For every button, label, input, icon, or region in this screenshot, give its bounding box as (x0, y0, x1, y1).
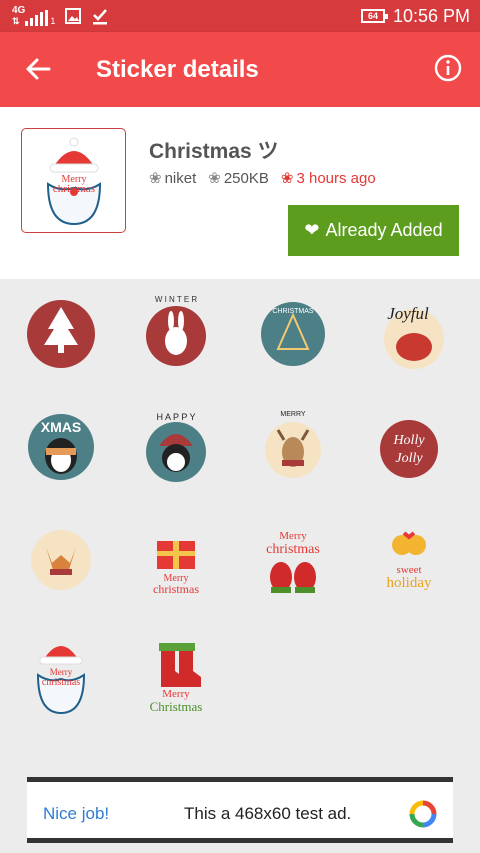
pack-size: 250KB (223, 170, 269, 187)
svg-text:Merry: Merry (279, 530, 307, 542)
sticker-christmas-tree-circle[interactable]: CHRISTMAS (248, 289, 338, 379)
svg-text:christmas: christmas (42, 677, 80, 688)
svg-text:H A P P Y: H A P P Y (156, 412, 195, 422)
sticker-fox[interactable] (16, 515, 106, 605)
svg-text:XMAS: XMAS (41, 419, 81, 435)
sticker-xmas-penguin[interactable]: XMAS (16, 402, 106, 492)
signal-icon (25, 10, 49, 26)
ad-label: Nice job! (43, 804, 110, 823)
arrow-back-icon[interactable] (24, 54, 52, 84)
image-icon (65, 8, 82, 24)
network-type: 4G (12, 5, 26, 16)
sticker-stockings-merry-christmas[interactable]: Merry Christmas (131, 629, 221, 719)
already-added-label: Already Added (325, 220, 443, 240)
info-icon[interactable] (434, 54, 462, 82)
author-info: ❀ niket (149, 169, 196, 187)
pack-thumbnail: Merry christmas (21, 128, 126, 233)
sticker-joyful-hedgehog[interactable]: Joyful (364, 289, 454, 379)
ad-text: This a 468x60 test ad. (184, 804, 352, 823)
sticker-winter-bunny[interactable]: W I N T E R (131, 289, 221, 379)
ad-banner[interactable]: Nice job! This a 468x60 test ad. (27, 777, 453, 843)
svg-text:Jolly: Jolly (395, 451, 423, 466)
status-bar: 4G ⇅ 1 64 10:56 PM (0, 0, 480, 32)
pack-header: Merry christmas Christmas ツ ❀ niket ❀ 250K… (0, 107, 480, 279)
sticker-sweet-holiday-bells[interactable]: sweet holiday (364, 515, 454, 605)
already-added-button[interactable]: ❤ Already Added (288, 205, 459, 256)
svg-text:W I N T E R: W I N T E R (155, 295, 198, 304)
svg-text:holiday: holiday (387, 575, 432, 591)
svg-text:Holly: Holly (392, 433, 425, 448)
battery-icon: 64 (360, 9, 388, 23)
page-title: Sticker details (96, 56, 259, 83)
svg-text:christmas: christmas (52, 183, 94, 195)
updated-info: ❀ 3 hours ago (281, 169, 376, 187)
sticker-mittens-merry-christmas[interactable]: Merry christmas (248, 515, 338, 605)
ad-logo-icon (409, 800, 437, 828)
svg-text:Joyful: Joyful (387, 304, 429, 323)
svg-text:MERRY: MERRY (280, 411, 305, 418)
clock: 10:56 PM (392, 5, 470, 26)
sticker-holly-jolly[interactable]: Holly Jolly (364, 402, 454, 492)
svg-text:Merry: Merry (50, 667, 73, 677)
download-done-icon (93, 9, 108, 25)
svg-text:christmas: christmas (153, 582, 199, 596)
pack-title: Christmas ツ (149, 140, 279, 163)
svg-text:CHRISTMAS: CHRISTMAS (272, 308, 314, 315)
app-bar: Sticker details (0, 32, 480, 107)
data-arrows-icon: ⇅ (12, 16, 20, 26)
flower-icon: ❀ (208, 170, 221, 187)
sim-slot: 1 (50, 16, 56, 26)
flower-icon: ❀ (280, 170, 294, 187)
svg-text:christmas: christmas (266, 542, 320, 557)
sticker-gift-merry-christmas[interactable]: Merry christmas (131, 515, 221, 605)
sticker-santa-merry-christmas[interactable]: Merry christmas (16, 629, 106, 719)
svg-text:Christmas: Christmas (150, 699, 203, 714)
sticker-happy-holly-penguin[interactable]: H A P P Y (131, 402, 221, 492)
size-info: ❀ 250KB (208, 169, 269, 187)
author-name: niket (164, 170, 197, 187)
flower-icon: ❀ (149, 170, 162, 187)
updated-time: 3 hours ago (296, 170, 376, 187)
sticker-merry-christmas-reindeer[interactable]: MERRY (248, 402, 338, 492)
heart-icon: ❤ (304, 220, 320, 240)
pack-meta: ❀ niket ❀ 250KB ❀ 3 hours ago (149, 169, 376, 187)
sticker-christmas-tree[interactable] (16, 289, 106, 379)
